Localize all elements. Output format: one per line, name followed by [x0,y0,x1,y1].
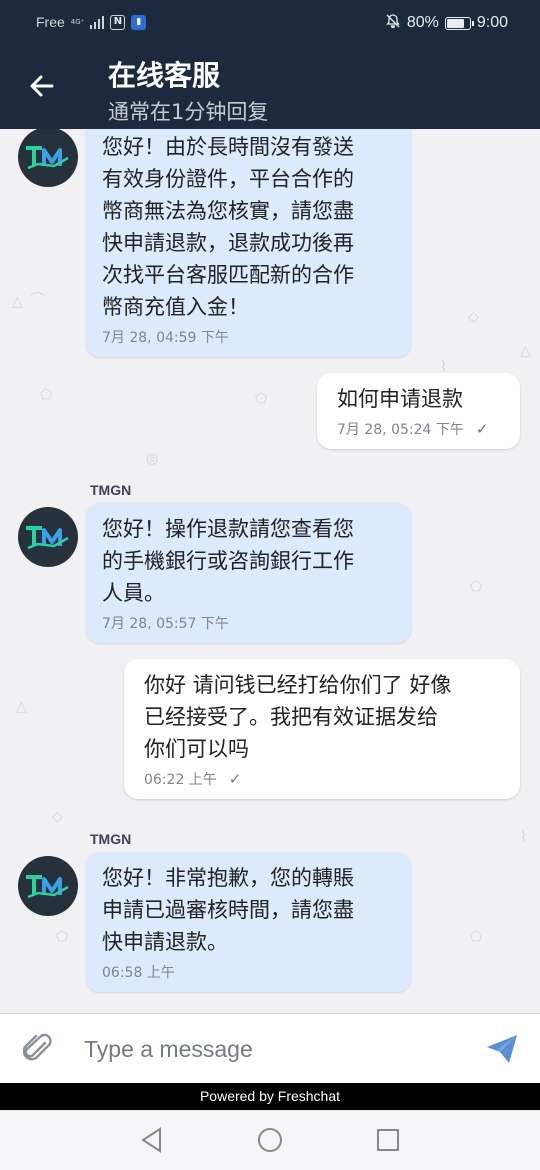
network-type: 4G⁺ [70,17,85,26]
doodle-pattern: ⬠ [56,929,69,945]
timestamp: 7月 28, 05:57 下午 [102,616,229,632]
paperclip-icon [23,1033,52,1061]
sender-name: TMGN [90,482,132,498]
incoming-message: 您好！由於長時間沒有發送 有效身份證件，平台合作的 幣商無法為您核實，請您盡 快… [86,129,411,357]
incoming-message: 您好！操作退款請您查看您 的手機銀行或咨詢銀行工作 人員。 7月 28, 05:… [86,503,411,643]
delivered-check-icon: ✓ [475,420,489,438]
chat-header: 在线客服 通常在1分钟回复 [0,46,540,129]
nav-home-button[interactable] [255,1125,285,1155]
back-button[interactable] [20,64,64,108]
avatar [18,507,78,567]
powered-by-footer: Powered by Freshchat [0,1083,540,1110]
battery-percent: 80% [406,14,439,31]
status-right: 80% 9:00 [385,13,508,33]
avatar [18,129,78,187]
doodle-pattern: △ [12,294,23,310]
avatar [18,856,78,916]
send-icon [487,1035,517,1063]
timestamp: 7月 28, 05:24 下午 [337,422,464,438]
outgoing-message: 你好 请问钱已经打给你们了 好像 已经接受了。我把有效证据发给 你们可以吗 06… [124,659,520,799]
doodle-pattern: ⬠ [255,391,268,407]
timestamp: 06:22 上午 [144,772,217,788]
send-button[interactable] [482,1029,522,1069]
doodle-pattern: ⬠ [470,579,483,595]
status-bar: Free 4G⁺ N ▮ 80% 9:00 [0,0,540,46]
tm-logo-icon [26,526,69,550]
chat-thread[interactable]: ⌒ ◇ △ ⌇ ⬠ ⬠ ◎ △ ⬠ △ ◇ ⬠ ⬠ ⌇ 您好！由於長時間沒有發送… [0,129,540,1013]
nav-recents-button[interactable] [373,1125,403,1155]
page-subtitle: 通常在1分钟回复 [108,100,269,124]
attach-button[interactable] [18,1030,58,1070]
message-time: 7月 28, 05:24 下午 ✓ [337,419,500,439]
battery-icon [444,16,474,30]
app-notification-icon: ▮ [131,14,147,30]
clock: 9:00 [476,14,508,31]
square-recents-icon [377,1129,399,1151]
message-text: 你好 请问钱已经打给你们了 好像 已经接受了。我把有效证据发给 你们可以吗 [144,673,452,761]
nfc-icon: N [110,14,126,30]
outgoing-message: 如何申请退款 7月 28, 05:24 下午 ✓ [317,373,520,449]
timestamp: 06:58 上午 [102,965,175,981]
doodle-pattern: △ [16,699,27,715]
message-time: 06:58 上午 [102,962,395,982]
message-input[interactable] [84,1034,464,1064]
message-text: 如何申请退款 [337,387,463,411]
doodle-pattern: ◇ [468,309,479,325]
carrier-label: Free [36,14,65,30]
status-left: Free 4G⁺ N ▮ [36,14,147,30]
doodle-pattern: ⬠ [40,387,53,403]
nav-back-button[interactable] [137,1125,167,1155]
tm-logo-icon [26,146,69,170]
incoming-message: 您好！非常抱歉，您的轉賬 申請已過審核時間，請您盡 快申請退款。 06:58 上… [86,852,411,992]
message-text: 您好！非常抱歉，您的轉賬 申請已過審核時間，請您盡 快申請退款。 [102,866,354,954]
triangle-back-icon [141,1127,161,1153]
timestamp: 7月 28, 04:59 下午 [102,330,229,346]
signal-icon [90,15,105,29]
sender-name: TMGN [90,831,132,847]
doodle-pattern: ⌇ [520,829,527,845]
page-title: 在线客服 [108,59,221,92]
delivered-check-icon: ✓ [228,770,242,788]
message-text: 您好！操作退款請您查看您 的手機銀行或咨詢銀行工作 人員。 [102,517,354,605]
message-text: 您好！由於長時間沒有發送 有效身份證件，平台合作的 幣商無法為您核實，請您盡 快… [102,135,354,319]
doodle-pattern: ⌒ [30,292,44,308]
message-time: 7月 28, 04:59 下午 [102,327,395,347]
system-nav-bar [0,1110,540,1170]
arrow-left-icon [30,75,54,97]
message-time: 06:22 上午 ✓ [144,769,500,789]
circle-home-icon [258,1128,282,1152]
doodle-pattern: △ [520,343,531,359]
message-time: 7月 28, 05:57 下午 [102,613,395,633]
tm-logo-icon [26,875,69,899]
doodle-pattern: ⬠ [470,929,483,945]
doodle-pattern: ◇ [52,809,63,825]
message-composer [0,1013,540,1083]
mute-icon [385,13,401,33]
doodle-pattern: ◎ [146,451,159,467]
battery-fill [446,18,465,28]
